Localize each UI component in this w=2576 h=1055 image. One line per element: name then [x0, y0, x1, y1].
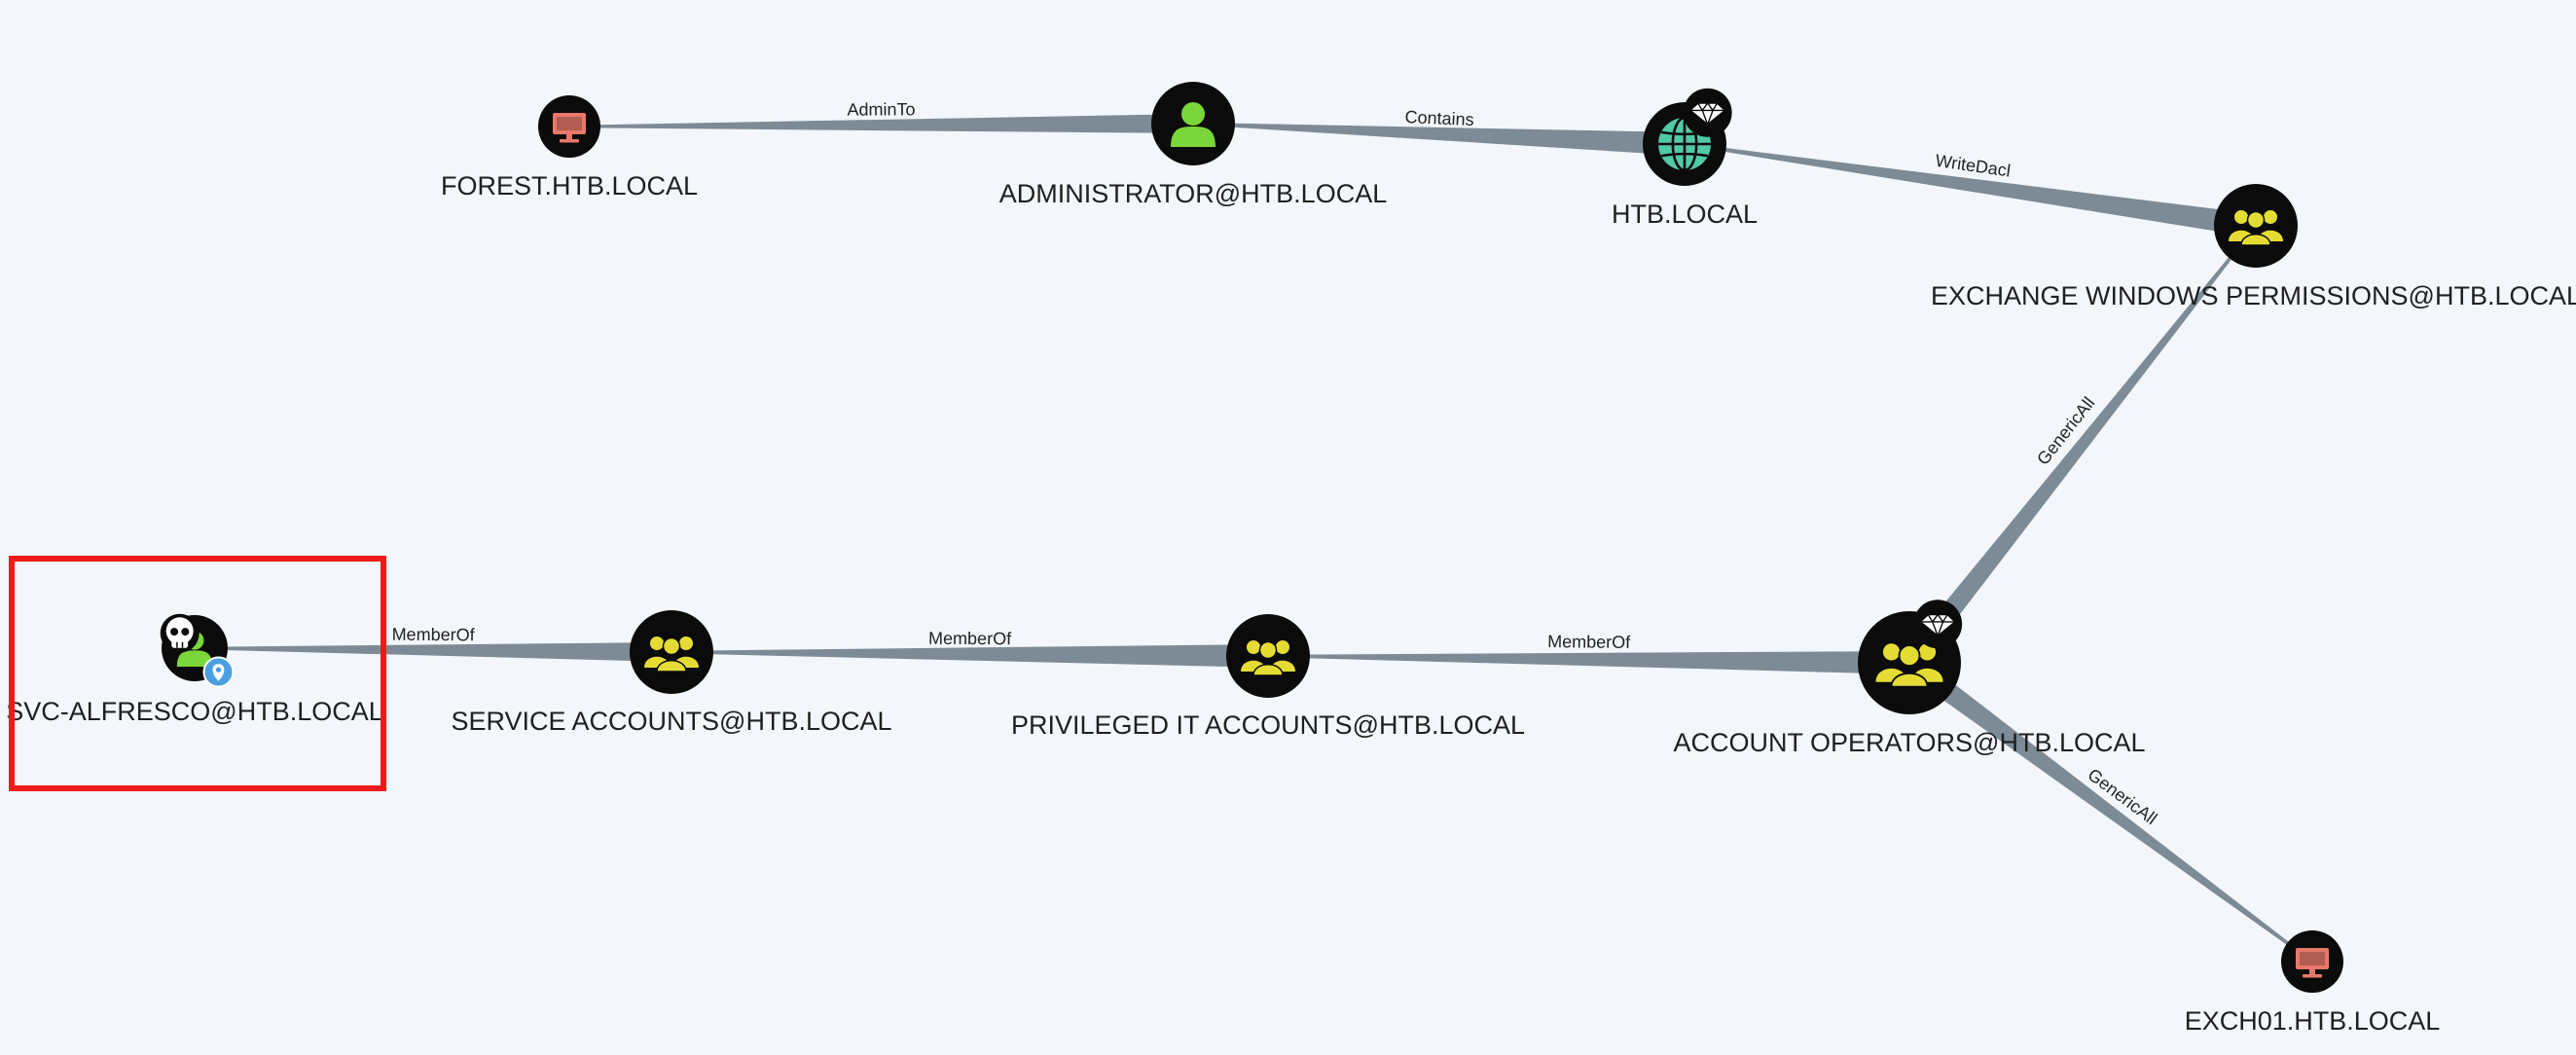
node-label: EXCH01.HTB.LOCAL: [2185, 1006, 2441, 1036]
node-label: ACCOUNT OPERATORS@HTB.LOCAL: [1674, 728, 2146, 757]
node-label: FOREST.HTB.LOCAL: [441, 171, 698, 200]
node-administrator[interactable]: ADMINISTRATOR@HTB.LOCAL: [999, 82, 1387, 208]
edge-writedacl-htb-ewp[interactable]: WriteDacl: [1684, 142, 2258, 237]
edge-genericall-exch01-accops[interactable]: GenericAll: [1903, 654, 2313, 963]
location-pin-icon: [202, 656, 235, 688]
edge-label: Contains: [1404, 107, 1474, 129]
graph-canvas[interactable]: AdminTo Contains WriteDacl GenericAll Member…: [0, 0, 2576, 1055]
edge-label: AdminTo: [847, 99, 915, 119]
node-label: HTB.LOCAL: [1612, 200, 1758, 229]
node-label: SVC-ALFRESCO@HTB.LOCAL: [6, 697, 383, 726]
edge-memberof-service-privit[interactable]: MemberOf: [671, 629, 1269, 668]
node-privit[interactable]: PRIVILEGED IT ACCOUNTS@HTB.LOCAL: [1011, 614, 1525, 740]
edge-label: MemberOf: [1547, 632, 1631, 652]
node-label: SERVICE ACCOUNTS@HTB.LOCAL: [451, 707, 891, 736]
edge-line[interactable]: [1268, 651, 1910, 674]
node-accops[interactable]: ACCOUNT OPERATORS@HTB.LOCAL: [1674, 600, 2146, 757]
diamond-icon: [1913, 600, 1963, 649]
node-exch01[interactable]: EXCH01.HTB.LOCAL: [2185, 930, 2441, 1036]
edge-label: MemberOf: [928, 629, 1012, 649]
node-forest[interactable]: FOREST.HTB.LOCAL: [441, 95, 698, 200]
node-label: PRIVILEGED IT ACCOUNTS@HTB.LOCAL: [1011, 710, 1525, 740]
node-label: ADMINISTRATOR@HTB.LOCAL: [999, 179, 1387, 208]
node-ewp[interactable]: EXCHANGE WINDOWS PERMISSIONS@HTB.LOCAL: [1931, 184, 2576, 310]
node-service[interactable]: SERVICE ACCOUNTS@HTB.LOCAL: [451, 610, 892, 736]
edge-memberof-svc-service[interactable]: MemberOf: [195, 625, 672, 662]
edge-contains-administrator-htb[interactable]: Contains: [1193, 107, 1686, 156]
node-htb[interactable]: HTB.LOCAL: [1612, 88, 1758, 229]
edge-adminto-forest-administrator[interactable]: AdminTo: [569, 99, 1193, 133]
edge-memberof-privit-accops[interactable]: MemberOf: [1268, 632, 1910, 674]
node-svc[interactable]: SVC-ALFRESCO@HTB.LOCAL: [6, 613, 383, 726]
node-label: EXCHANGE WINDOWS PERMISSIONS@HTB.LOCAL: [1931, 281, 2576, 310]
edge-line[interactable]: [195, 642, 672, 662]
edge-line[interactable]: [1903, 654, 2313, 963]
edge-label: MemberOf: [392, 625, 476, 645]
skull-icon: [160, 613, 200, 653]
diamond-icon: [1683, 88, 1732, 137]
